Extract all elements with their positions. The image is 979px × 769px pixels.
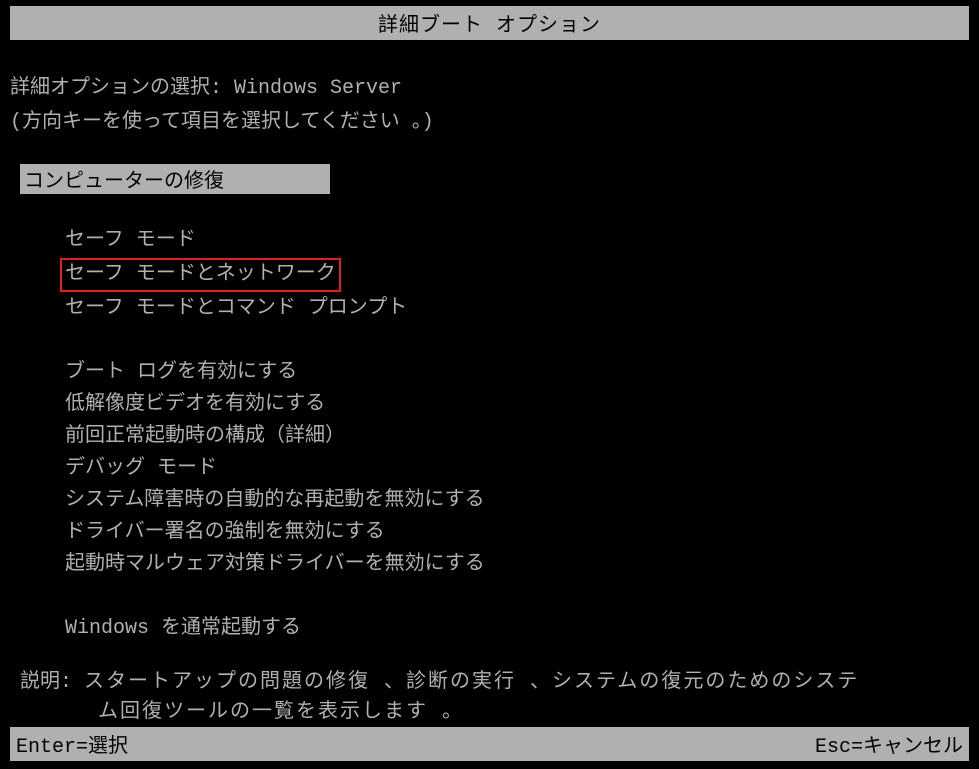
instruction-text: (方向キーを使って項目を選択してください 。) [10, 111, 434, 134]
option-safe-mode[interactable]: セーフ モード [65, 226, 969, 256]
content-area: 詳細オプションの選択: Windows Server (方向キーを使って項目を選… [0, 40, 979, 728]
footer-enter: Enter=選択 [16, 729, 128, 759]
option-low-res-video[interactable]: 低解像度ビデオを有効にする [65, 390, 969, 420]
option-debug-mode[interactable]: デバッグ モード [65, 454, 969, 484]
description-area: 説明: スタートアップの問題の修復 、診断の実行 、システムの復元のためのシステ… [10, 668, 969, 728]
selection-prompt: 詳細オプションの選択: [10, 77, 222, 100]
boot-option-group-2: ブート ログを有効にする 低解像度ビデオを有効にする 前回正常起動時の構成（詳細… [10, 358, 969, 580]
instruction-line: (方向キーを使って項目を選択してください 。) [10, 104, 969, 134]
option-start-normally[interactable]: Windows を通常起動する [65, 614, 969, 644]
highlight-box: セーフ モードとネットワーク [60, 258, 341, 292]
title-bar: 詳細ブート オプション [10, 6, 969, 40]
option-disable-auto-restart[interactable]: システム障害時の自動的な再起動を無効にする [65, 486, 969, 516]
boot-option-group-3: Windows を通常起動する [10, 614, 969, 644]
description-line-1: スタートアップの問題の修復 、診断の実行 、システムの復元のためのシステ [84, 671, 859, 694]
description-line-2: ム回復ツールの一覧を表示します 。 [20, 698, 959, 728]
os-name: Windows Server [234, 77, 402, 100]
screen-title: 詳細ブート オプション [378, 15, 601, 38]
boot-option-group-1: セーフ モード セーフ モードとネットワーク セーフ モードとコマンド プロンプ… [10, 226, 969, 324]
selection-prompt-line: 詳細オプションの選択: Windows Server [10, 70, 969, 100]
option-boot-logging[interactable]: ブート ログを有効にする [65, 358, 969, 388]
selected-option-row[interactable]: コンピューターの修復 [10, 164, 969, 194]
selected-option: コンピューターの修復 [20, 164, 330, 194]
option-disable-driver-sig[interactable]: ドライバー署名の強制を無効にする [65, 518, 969, 548]
description-label: 説明: [20, 671, 72, 694]
option-safe-mode-networking[interactable]: セーフ モードとネットワーク [65, 258, 969, 292]
footer-esc: Esc=キャンセル [815, 729, 963, 759]
option-last-known-good[interactable]: 前回正常起動時の構成（詳細） [65, 422, 969, 452]
option-disable-antimalware[interactable]: 起動時マルウェア対策ドライバーを無効にする [65, 550, 969, 580]
option-safe-mode-command[interactable]: セーフ モードとコマンド プロンプト [65, 294, 969, 324]
footer-bar: Enter=選択 Esc=キャンセル [10, 727, 969, 761]
